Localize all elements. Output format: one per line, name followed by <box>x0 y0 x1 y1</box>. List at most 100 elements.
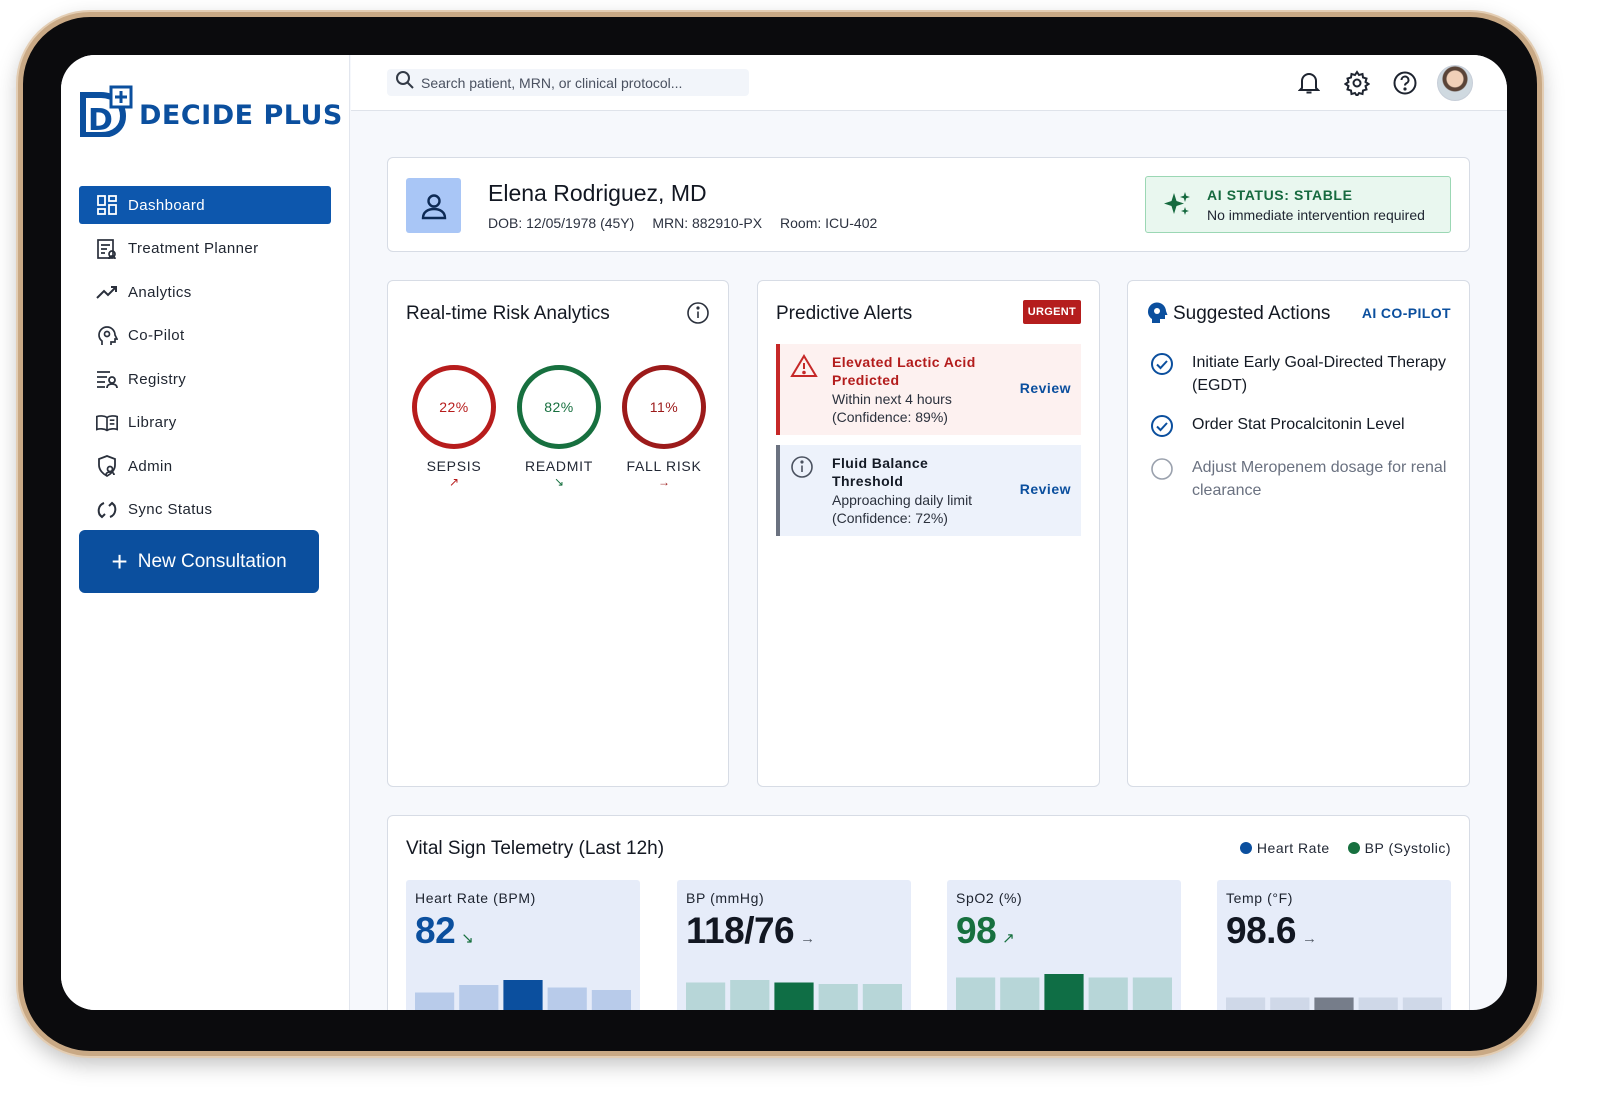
svg-text:D: D <box>88 103 113 137</box>
vital-card-bp[interactable]: BP (mmHg) 118/76 → <box>677 880 911 1010</box>
sidebar-item-treatment-planner[interactable]: Treatment Planner <box>79 230 331 268</box>
sidebar-item-label: Sync Status <box>128 501 213 518</box>
alert-detail: Within next 4 hours (Confidence: 89%) <box>832 390 952 426</box>
avatar[interactable] <box>1437 65 1473 101</box>
ai-status-title: AI STATUS: STABLE <box>1207 187 1353 203</box>
gear-icon[interactable] <box>1339 65 1375 101</box>
patient-avatar-icon <box>406 178 461 233</box>
risk-analytics-title: Real-time Risk Analytics <box>406 303 610 324</box>
sidebar-item-co-pilot[interactable]: Co-Pilot <box>79 317 331 355</box>
sidebar-item-analytics[interactable]: Analytics <box>79 273 331 311</box>
legend-item-heart-rate: Heart Rate <box>1239 840 1330 856</box>
vital-card-spo2[interactable]: SpO2 (%) 98 ↗ <box>947 880 1181 1010</box>
vital-bar <box>1270 997 1310 1010</box>
risk-gauge-ring: 22% <box>412 365 496 449</box>
risk-gauge-value: 82% <box>544 399 574 415</box>
vital-bar <box>818 984 858 1010</box>
vital-bar <box>547 987 587 1010</box>
check-circle-icon <box>1151 415 1173 437</box>
trend-up-icon: ↗ <box>1002 930 1015 947</box>
risk-gauge-value: 22% <box>439 399 469 415</box>
check-circle-icon <box>1151 353 1173 375</box>
vital-bar <box>459 985 499 1010</box>
alert-title: Fluid Balance Threshold <box>832 455 929 489</box>
review-link[interactable]: Review <box>1020 380 1071 396</box>
logo-mark-icon: D <box>80 85 133 137</box>
sync-icon <box>95 498 119 522</box>
legend-dot <box>1239 842 1252 854</box>
sidebar-item-dashboard[interactable]: Dashboard <box>79 186 331 224</box>
patient-header: Elena Rodriguez, MD DOB: 12/05/1978 (45Y… <box>387 157 1470 252</box>
action-item[interactable]: Adjust Meropenem dosage for renal cleara… <box>1150 456 1450 502</box>
vital-card-heart-rate[interactable]: Heart Rate (BPM) 82 ↘ <box>406 880 640 1010</box>
alert-title: Elevated Lactic Acid Predicted <box>832 354 976 388</box>
sidebar-item-admin[interactable]: Admin <box>79 447 331 485</box>
help-icon[interactable] <box>1387 65 1423 101</box>
alert-detail-line: Approaching daily limit <box>832 492 973 508</box>
vital-bar <box>686 982 726 1010</box>
empty-circle-icon <box>1151 458 1173 480</box>
search-input[interactable] <box>421 74 731 91</box>
patient-dob: DOB: 12/05/1978 (45Y) <box>488 215 635 231</box>
risk-gauge-label: SEPSIS <box>426 458 482 474</box>
patient-meta: DOB: 12/05/1978 (45Y) MRN: 882910-PX Roo… <box>488 215 877 231</box>
bell-icon[interactable] <box>1291 65 1327 101</box>
vitals-legend: Heart Rate BP (Systolic) <box>1239 840 1451 856</box>
vital-bar <box>1132 977 1172 1010</box>
action-text: Adjust Meropenem dosage for renal cleara… <box>1192 459 1447 499</box>
trend-down-icon: ↘ <box>553 475 565 489</box>
legend-item-bp: BP (Systolic) <box>1347 840 1451 856</box>
sparkle-icon <box>1162 189 1192 224</box>
action-item[interactable]: Order Stat Procalcitonin Level <box>1150 413 1450 438</box>
sidebar-item-library[interactable]: Library <box>79 404 331 442</box>
vital-value-number: 98.6 <box>1226 910 1297 951</box>
vital-bar <box>956 977 996 1010</box>
urgent-badge: URGENT <box>1022 300 1081 324</box>
new-consultation-button[interactable]: + New Consultation <box>79 530 319 593</box>
vital-card-temp[interactable]: Temp (°F) 98.6 → <box>1217 880 1451 1010</box>
ai-copilot-tag: AI CO-PILOT <box>1361 305 1451 321</box>
vital-bar <box>1226 997 1266 1010</box>
library-icon <box>95 411 119 435</box>
plus-icon: + <box>111 545 128 577</box>
action-text: Order Stat Procalcitonin Level <box>1192 416 1405 433</box>
search-icon <box>395 70 415 95</box>
patient-mrn: MRN: 882910-PX <box>652 215 763 231</box>
alert-detail-line: (Confidence: 72%) <box>832 510 948 526</box>
action-item[interactable]: Initiate Early Goal-Directed Therapy (EG… <box>1150 351 1450 397</box>
vital-value: 98 ↗ <box>956 910 1015 952</box>
vital-bar <box>1088 977 1128 1010</box>
risk-analytics-panel: Real-time Risk Analytics 22% SEPSIS ↗ 82… <box>387 280 729 787</box>
review-link[interactable]: Review <box>1020 481 1071 497</box>
vital-label: Temp (°F) <box>1226 890 1293 906</box>
vital-value: 118/76 → <box>686 910 815 952</box>
sidebar-item-sync-status[interactable]: Sync Status <box>79 491 331 529</box>
predictive-alerts-panel: Predictive Alerts URGENT Elevated Lactic… <box>757 280 1100 787</box>
vital-sparkbars <box>415 980 631 1010</box>
trend-flat-icon: → <box>658 475 670 489</box>
copilot-icon <box>95 324 119 348</box>
vital-bar <box>862 984 902 1010</box>
suggested-actions-panel: Suggested Actions AI CO-PILOT Initiate E… <box>1127 280 1470 787</box>
patient-name: Elena Rodriguez, MD <box>488 180 707 206</box>
alert-detail: Approaching daily limit (Confidence: 72%… <box>832 491 972 527</box>
vital-sign-telemetry-panel: Vital Sign Telemetry (Last 12h) Heart Ra… <box>387 815 1470 1010</box>
sidebar-item-label: Library <box>128 414 177 431</box>
risk-gauge-readmit: 82% READMIT ↘ <box>515 365 603 489</box>
predictive-alerts-title: Predictive Alerts <box>776 303 913 324</box>
risk-gauge-value: 11% <box>649 399 679 415</box>
sidebar-item-registry[interactable]: Registry <box>79 360 331 398</box>
trend-flat-icon: → <box>800 930 815 947</box>
info-icon <box>790 455 814 484</box>
vital-label: BP (mmHg) <box>686 890 765 906</box>
vital-value-number: 98 <box>956 910 997 951</box>
vital-bar <box>730 980 770 1010</box>
trend-down-icon: ↘ <box>461 930 474 947</box>
vital-bar <box>1314 997 1354 1010</box>
app-screen: D DECIDE PLUS Dashboard Treatment Planne… <box>61 55 1507 1010</box>
vital-value-number: 118/76 <box>686 910 795 951</box>
copilot-brain-icon <box>1146 301 1168 330</box>
info-icon[interactable] <box>686 301 710 330</box>
vital-bar <box>1358 997 1398 1010</box>
alert-item: Elevated Lactic Acid Predicted Within ne… <box>776 344 1081 435</box>
